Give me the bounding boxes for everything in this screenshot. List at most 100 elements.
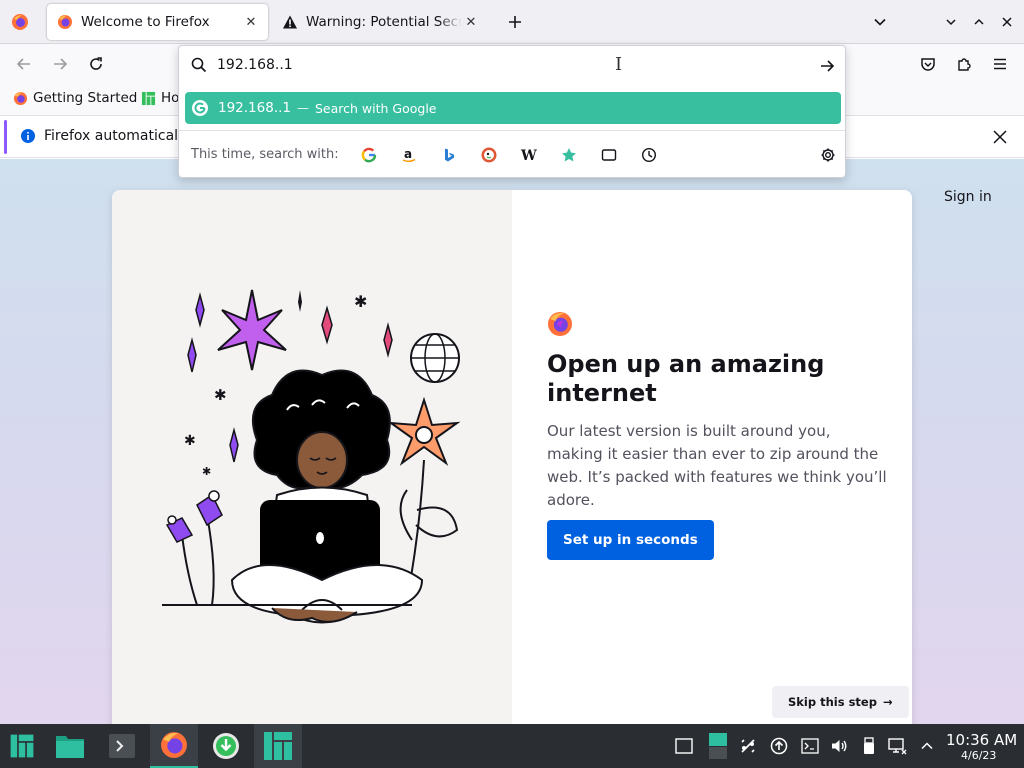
suggestion-action: Search with Google bbox=[315, 100, 437, 116]
volume-icon[interactable] bbox=[829, 736, 849, 756]
window-close-button[interactable] bbox=[995, 10, 1019, 34]
close-icon[interactable]: ✕ bbox=[242, 13, 260, 31]
svg-text:✱: ✱ bbox=[184, 433, 196, 449]
window-maximize-button[interactable] bbox=[967, 10, 991, 34]
notification-close-button[interactable] bbox=[989, 126, 1011, 148]
bookmarks-icon[interactable] bbox=[557, 143, 581, 167]
manjaro-icon bbox=[140, 90, 156, 106]
sign-in-link[interactable]: Sign in bbox=[944, 189, 992, 205]
taskbar: 10:36 AM 4/6/23 bbox=[0, 724, 1024, 768]
window-icon bbox=[675, 738, 693, 754]
welcome-text-panel: Open up an amazing internet Our latest v… bbox=[512, 190, 912, 724]
taskbar-firefox[interactable] bbox=[150, 724, 198, 768]
search-settings-button[interactable] bbox=[816, 143, 840, 167]
one-off-search-bar: This time, search with: a W bbox=[179, 130, 845, 178]
tabs-icon[interactable] bbox=[597, 143, 621, 167]
go-button[interactable] bbox=[817, 56, 837, 76]
firefox-icon bbox=[12, 90, 28, 106]
person-with-laptop-illustration: ✱ ✱ ✱ ✱ bbox=[162, 289, 461, 624]
skip-step-label: Skip this step bbox=[788, 695, 877, 709]
arrow-right-icon bbox=[821, 60, 835, 72]
reload-button[interactable] bbox=[82, 50, 110, 78]
pocket-button[interactable] bbox=[914, 50, 942, 78]
tab-title: Warning: Potential Security Risk Ahead bbox=[306, 14, 462, 30]
taskbar-file-manager[interactable] bbox=[48, 724, 92, 768]
wikipedia-icon[interactable]: W bbox=[517, 143, 541, 167]
tab-strip: Welcome to Firefox ✕ Warning: Potential … bbox=[0, 0, 1024, 44]
history-icon[interactable] bbox=[637, 143, 661, 167]
puzzle-icon bbox=[958, 58, 971, 71]
close-icon bbox=[993, 130, 1007, 144]
bookmark-home[interactable]: Ho bbox=[140, 90, 179, 106]
duckduckgo-icon[interactable] bbox=[477, 143, 501, 167]
chevron-down-icon bbox=[874, 18, 886, 26]
system-tray-expand-button[interactable] bbox=[917, 736, 937, 756]
firefox-icon bbox=[12, 14, 28, 30]
bookmark-label: Ho bbox=[161, 90, 180, 106]
svg-text:a: a bbox=[404, 147, 412, 161]
taskbar-terminal[interactable] bbox=[100, 724, 144, 768]
back-button[interactable] bbox=[10, 50, 38, 78]
url-input[interactable] bbox=[217, 57, 777, 73]
tab-welcome[interactable]: Welcome to Firefox ✕ bbox=[47, 4, 268, 40]
page-description: Our latest version is built around you, … bbox=[547, 422, 887, 509]
search-suggestion-row[interactable]: 192.168..1 — Search with Google bbox=[185, 92, 841, 124]
chevron-down-icon bbox=[946, 19, 956, 26]
extensions-button[interactable] bbox=[950, 50, 978, 78]
close-icon[interactable]: ✕ bbox=[462, 13, 480, 31]
manjaro-icon bbox=[10, 734, 34, 758]
google-icon[interactable] bbox=[357, 143, 381, 167]
arrow-right-icon bbox=[54, 58, 68, 70]
terminal-tray-icon[interactable] bbox=[800, 736, 820, 756]
manjaro-icon bbox=[264, 732, 292, 760]
arrow-left-icon bbox=[16, 58, 30, 70]
url-bar-dropdown: I 192.168..1 — Search with Google This t… bbox=[178, 45, 846, 178]
forward-button[interactable] bbox=[46, 50, 74, 78]
firefox-view-button[interactable] bbox=[4, 6, 36, 38]
illustration-panel: ✱ ✱ ✱ ✱ bbox=[112, 190, 512, 724]
hamburger-menu-icon bbox=[994, 58, 1006, 70]
text-cursor-icon: I bbox=[615, 54, 623, 75]
clock-date[interactable]: 4/6/23 bbox=[961, 749, 996, 762]
setup-button[interactable]: Set up in seconds bbox=[547, 520, 714, 560]
tab-security-warning[interactable]: Warning: Potential Security Risk Ahead ✕ bbox=[272, 4, 488, 40]
download-icon bbox=[213, 733, 239, 759]
suggestion-text: 192.168..1 bbox=[218, 100, 291, 116]
bookmark-getting-started[interactable]: Getting Started bbox=[12, 90, 137, 106]
taskbar-software-updater[interactable] bbox=[204, 724, 248, 768]
new-tab-button[interactable] bbox=[503, 10, 527, 34]
skip-step-button[interactable]: Skip this step → bbox=[772, 686, 909, 718]
url-bar: I bbox=[179, 46, 845, 86]
reload-icon bbox=[90, 57, 102, 70]
network-icon[interactable] bbox=[887, 736, 907, 756]
one-off-label: This time, search with: bbox=[191, 147, 339, 162]
bing-icon[interactable] bbox=[437, 143, 461, 167]
svg-text:✱: ✱ bbox=[202, 465, 211, 478]
svg-text:✱: ✱ bbox=[354, 292, 367, 311]
window-minimize-button[interactable] bbox=[939, 10, 963, 34]
chevron-up-icon bbox=[974, 18, 984, 25]
suggestion-separator: — bbox=[297, 101, 309, 115]
folder-icon bbox=[56, 736, 84, 758]
application-launcher-button[interactable] bbox=[4, 724, 40, 768]
kde-connect-icon[interactable] bbox=[738, 736, 758, 756]
info-icon bbox=[21, 129, 35, 143]
page-title: Open up an amazing internet bbox=[547, 350, 825, 407]
bookmark-label: Getting Started bbox=[33, 90, 138, 106]
virtual-desktop-pager[interactable] bbox=[706, 730, 730, 762]
clock-time[interactable]: 10:36 AM bbox=[946, 731, 1017, 749]
plus-icon bbox=[509, 16, 521, 28]
svg-text:W: W bbox=[520, 148, 537, 163]
taskbar-manjaro-hello[interactable] bbox=[254, 724, 302, 768]
firefox-icon bbox=[161, 732, 187, 758]
show-desktop-button[interactable] bbox=[674, 736, 694, 756]
app-menu-button[interactable] bbox=[986, 50, 1014, 78]
updates-icon[interactable] bbox=[769, 736, 789, 756]
gear-icon bbox=[821, 148, 835, 162]
amazon-icon[interactable]: a bbox=[397, 143, 421, 167]
chevron-up-icon bbox=[921, 742, 933, 750]
usb-device-icon[interactable] bbox=[859, 736, 879, 756]
pager-icon bbox=[709, 733, 727, 759]
list-all-tabs-button[interactable] bbox=[868, 10, 892, 34]
search-icon bbox=[191, 57, 207, 73]
